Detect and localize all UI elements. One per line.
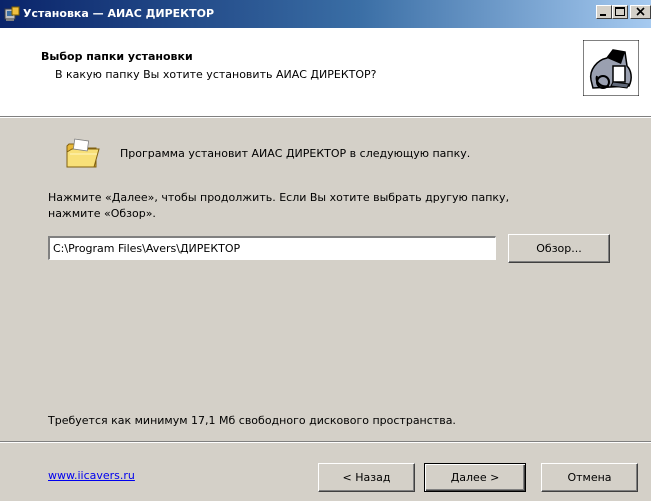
install-path-input[interactable] (48, 236, 496, 260)
page-subtitle: В какую папку Вы хотите установить АИАС … (55, 68, 377, 81)
instruction-text-line2: нажмите «Обзор». (48, 207, 156, 220)
installer-icon (4, 6, 20, 21)
computer-install-icon (583, 40, 639, 96)
browse-button[interactable]: Обзор... (508, 234, 610, 263)
next-button[interactable]: Далее > (424, 463, 526, 492)
minimize-icon (600, 14, 606, 16)
page-title: Выбор папки установки (41, 50, 193, 63)
back-button[interactable]: < Назад (318, 463, 415, 492)
disk-space-requirement: Требуется как минимум 17,1 Мб свободного… (48, 414, 456, 427)
close-icon (636, 7, 645, 16)
minimize-button[interactable] (596, 5, 612, 19)
title-bar[interactable]: Установка — АИАС ДИРЕКТОР (0, 0, 651, 28)
window-title: Установка — АИАС ДИРЕКТОР (23, 7, 215, 20)
maximize-button[interactable] (612, 5, 628, 19)
close-button[interactable] (630, 5, 651, 19)
folder-icon (66, 138, 100, 168)
intro-text: Программа установит АИАС ДИРЕКТОР в след… (120, 147, 471, 160)
website-link[interactable]: www.iicavers.ru (48, 469, 135, 482)
cancel-button[interactable]: Отмена (541, 463, 638, 492)
instruction-text-line1: Нажмите «Далее», чтобы продолжить. Если … (48, 191, 510, 204)
installer-window: Установка — АИАС ДИРЕКТОР Выбор папки ус… (0, 0, 651, 501)
maximize-icon (615, 7, 625, 16)
